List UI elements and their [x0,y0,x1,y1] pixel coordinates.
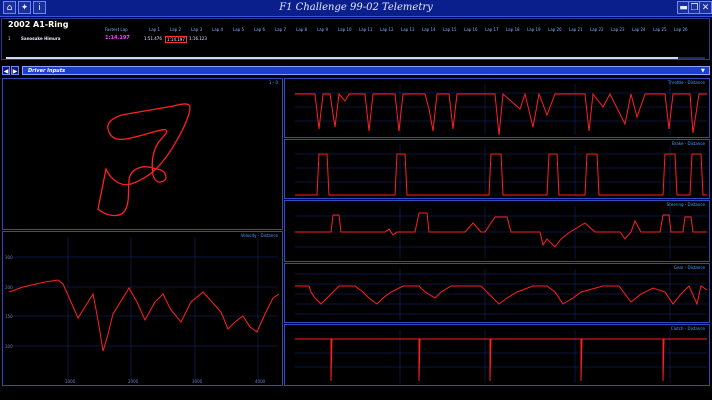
lap-column-header: Lap 26 [674,27,688,32]
gear-label: Gear - Distance [673,265,705,270]
track-title: 2002 A1-Ring [8,20,69,29]
lap-column-header: Lap 17 [485,27,499,32]
velocity-chart: 300 200 150 100 1000 2000 3000 4000 [5,237,280,384]
track-outline [97,103,191,217]
lap-column-header: Lap 22 [590,27,604,32]
lap-column-header: Lap 23 [611,27,625,32]
lap-3-time[interactable]: 1:16.123 [189,36,207,41]
lap-column-header: Lap 3 [191,27,203,32]
svg-text:1000: 1000 [65,379,76,384]
lap-column-header: Lap 21 [569,27,583,32]
velocity-label: Velocity - Distance [240,233,278,238]
lap-column-header: Lap 5 [233,27,245,32]
driver-name[interactable]: Sanosuke Himura [21,36,60,41]
throttle-chart [295,84,707,136]
velocity-trace [8,279,280,352]
prev-icon[interactable]: ◀ [2,66,10,75]
driver-position: 1 [8,36,11,41]
throttle-label: Throttle - Distance [667,80,705,85]
track-map [97,103,191,217]
lap-column-header: Lap 15 [443,27,457,32]
lap-column-header: Lap 7 [275,27,287,32]
lap-column-header: Lap 13 [401,27,415,32]
brake-panel: Brake - Distance [284,139,710,199]
clutch-label: Clutch - Distance [670,326,705,331]
steering-chart [295,206,707,259]
lap-1-time[interactable]: 1:51.476 [144,36,162,41]
lap-column-header: Lap 10 [338,27,352,32]
track-map-panel: 1 - 0 [2,78,283,230]
svg-text:300: 300 [5,255,13,260]
clutch-trace [295,338,707,382]
lap-column-header: Lap 8 [296,27,308,32]
lap-2-time[interactable]: 1:14.197 [165,36,187,43]
lap-column-header: Lap 1 [149,27,161,32]
lap-column-header: Lap 24 [632,27,646,32]
svg-text:4000: 4000 [255,379,266,384]
velocity-panel: Velocity - Distance 300 200 150 100 1000 200… [2,231,283,386]
lap-column-header: Lap 2 [170,27,182,32]
gear-chart [295,269,708,320]
svg-text:2000: 2000 [128,379,139,384]
svg-text:100: 100 [5,344,13,349]
brake-label: Brake - Distance [672,141,705,146]
title-bar: ⌂ ✦ i F1 Challenge 99-02 Telemetry ▬ ❐ ✕ [0,0,712,17]
fastest-lap-value: 1:14.197 [105,35,130,41]
lap-column-header: Lap 9 [317,27,329,32]
lap-column-header: Lap 18 [506,27,520,32]
steering-label: Steering - Distance [666,202,705,207]
view-select-label: Driver Inputs [28,68,66,74]
lap-column-header: Fastest Lap [105,27,128,32]
brake-trace [295,153,707,196]
gear-panel: Gear - Distance [284,263,710,323]
window-title: F1 Challenge 99-02 Telemetry [279,2,433,13]
lap-column-header: Lap 12 [380,27,394,32]
svg-text:3000: 3000 [192,379,203,384]
lap-column-header: Lap 6 [254,27,266,32]
gear-trace [295,285,708,306]
steering-panel: Steering - Distance [284,200,710,262]
svg-text:200: 200 [5,285,13,290]
session-panel: 2002 A1-Ring Fastest Lap Lap 1 Lap 2 Lap 3 L… [1,18,710,60]
lap-column-header: Lap 14 [422,27,436,32]
lap-column-header: Lap 11 [359,27,373,32]
next-icon[interactable]: ▶ [11,66,19,75]
lap-column-header: Lap 19 [527,27,541,32]
throttle-panel: Throttle - Distance [284,78,710,138]
inputs-bar: ◀ ▶ Driver Inputs ▼ [2,66,710,75]
steering-trace [295,212,707,248]
throttle-trace [295,92,707,136]
lap-column-header: Lap 25 [653,27,667,32]
session-scrollbar[interactable] [6,57,705,59]
lap-column-header: Lap 4 [212,27,224,32]
chevron-down-icon: ▼ [701,68,705,74]
view-select[interactable]: Driver Inputs ▼ [22,66,710,75]
clutch-chart [295,330,707,383]
svg-text:150: 150 [5,314,13,319]
lap-column-header: Lap 16 [464,27,478,32]
brake-chart [295,145,707,196]
lap-column-header: Lap 20 [548,27,562,32]
track-map-label: 1 - 0 [268,80,278,85]
close-icon[interactable]: ✕ [699,1,712,14]
clutch-panel: Clutch - Distance [284,324,710,386]
